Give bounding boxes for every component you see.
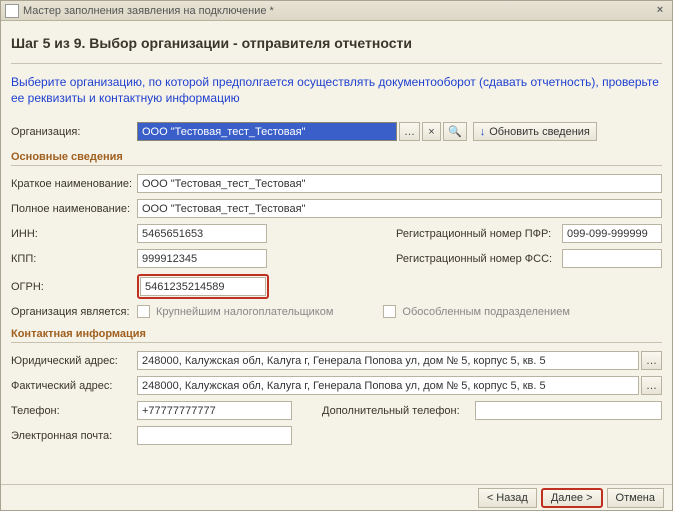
ellipsis-icon: … bbox=[646, 355, 657, 367]
ogrn-highlight bbox=[137, 274, 269, 299]
search-icon: 🔍 bbox=[448, 125, 462, 138]
short-name-input[interactable] bbox=[137, 174, 662, 193]
window-icon bbox=[5, 4, 19, 18]
full-name-label: Полное наименование: bbox=[11, 203, 137, 215]
org-row: Организация: … × 🔍 ↓ Обновить сведения bbox=[11, 122, 662, 141]
wizard-window: Мастер заполнения заявления на подключен… bbox=[0, 0, 673, 511]
window-title: Мастер заполнения заявления на подключен… bbox=[23, 5, 652, 17]
jur-addr-input[interactable] bbox=[137, 351, 639, 370]
ogrn-label: ОГРН: bbox=[11, 281, 137, 293]
titlebar: Мастер заполнения заявления на подключен… bbox=[1, 1, 672, 21]
fss-label: Регистрационный номер ФСС: bbox=[396, 253, 554, 265]
back-button[interactable]: < Назад bbox=[478, 488, 537, 508]
phone-label: Телефон: bbox=[11, 405, 137, 417]
checkbox-big-label: Крупнейшим налогоплательщиком bbox=[156, 306, 333, 318]
cancel-button[interactable]: Отмена bbox=[607, 488, 664, 508]
update-button[interactable]: ↓ Обновить сведения bbox=[473, 122, 597, 141]
inn-label: ИНН: bbox=[11, 228, 137, 240]
update-label: Обновить сведения bbox=[489, 126, 590, 138]
section-contact: Контактная информация bbox=[11, 328, 662, 343]
step-title: Шаг 5 из 9. Выбор организации - отправит… bbox=[11, 29, 662, 59]
footer: < Назад Далее > Отмена bbox=[1, 484, 672, 510]
clear-icon: × bbox=[428, 126, 434, 138]
org-select-button[interactable]: … bbox=[399, 122, 420, 141]
content-area: Шаг 5 из 9. Выбор организации - отправит… bbox=[1, 21, 672, 455]
checkbox-separate[interactable] bbox=[383, 305, 396, 318]
phone-input[interactable] bbox=[137, 401, 292, 420]
org-is-label: Организация является: bbox=[11, 306, 137, 318]
phone2-input[interactable] bbox=[475, 401, 662, 420]
org-clear-button[interactable]: × bbox=[422, 122, 441, 141]
email-input[interactable] bbox=[137, 426, 292, 445]
fact-addr-more-button[interactable]: … bbox=[641, 376, 662, 395]
fact-addr-input[interactable] bbox=[137, 376, 639, 395]
ellipsis-icon: … bbox=[404, 126, 415, 138]
email-label: Электронная почта: bbox=[11, 430, 137, 442]
phone2-label: Дополнительный телефон: bbox=[322, 405, 467, 417]
checkbox-big-taxpayer[interactable] bbox=[137, 305, 150, 318]
ogrn-input[interactable] bbox=[140, 277, 266, 296]
intro-text: Выберите организацию, по которой предпол… bbox=[11, 74, 662, 106]
checkbox-separate-label: Обособленным подразделением bbox=[402, 306, 570, 318]
jur-addr-more-button[interactable]: … bbox=[641, 351, 662, 370]
kpp-label: КПП: bbox=[11, 253, 137, 265]
org-search-button[interactable]: 🔍 bbox=[443, 122, 467, 141]
fact-addr-label: Фактический адрес: bbox=[11, 380, 137, 392]
pfr-input[interactable] bbox=[562, 224, 662, 243]
kpp-input[interactable] bbox=[137, 249, 267, 268]
section-main: Основные сведения bbox=[11, 151, 662, 166]
pfr-label: Регистрационный номер ПФР: bbox=[396, 228, 554, 240]
close-icon[interactable]: × bbox=[652, 4, 668, 18]
next-button[interactable]: Далее > bbox=[541, 488, 603, 508]
jur-addr-label: Юридический адрес: bbox=[11, 355, 137, 367]
refresh-arrow-icon: ↓ bbox=[480, 126, 486, 138]
org-input[interactable] bbox=[137, 122, 397, 141]
full-name-input[interactable] bbox=[137, 199, 662, 218]
ellipsis-icon: … bbox=[646, 380, 657, 392]
fss-input[interactable] bbox=[562, 249, 662, 268]
divider bbox=[11, 63, 662, 64]
inn-input[interactable] bbox=[137, 224, 267, 243]
short-name-label: Краткое наименование: bbox=[11, 178, 137, 190]
org-label: Организация: bbox=[11, 126, 137, 138]
